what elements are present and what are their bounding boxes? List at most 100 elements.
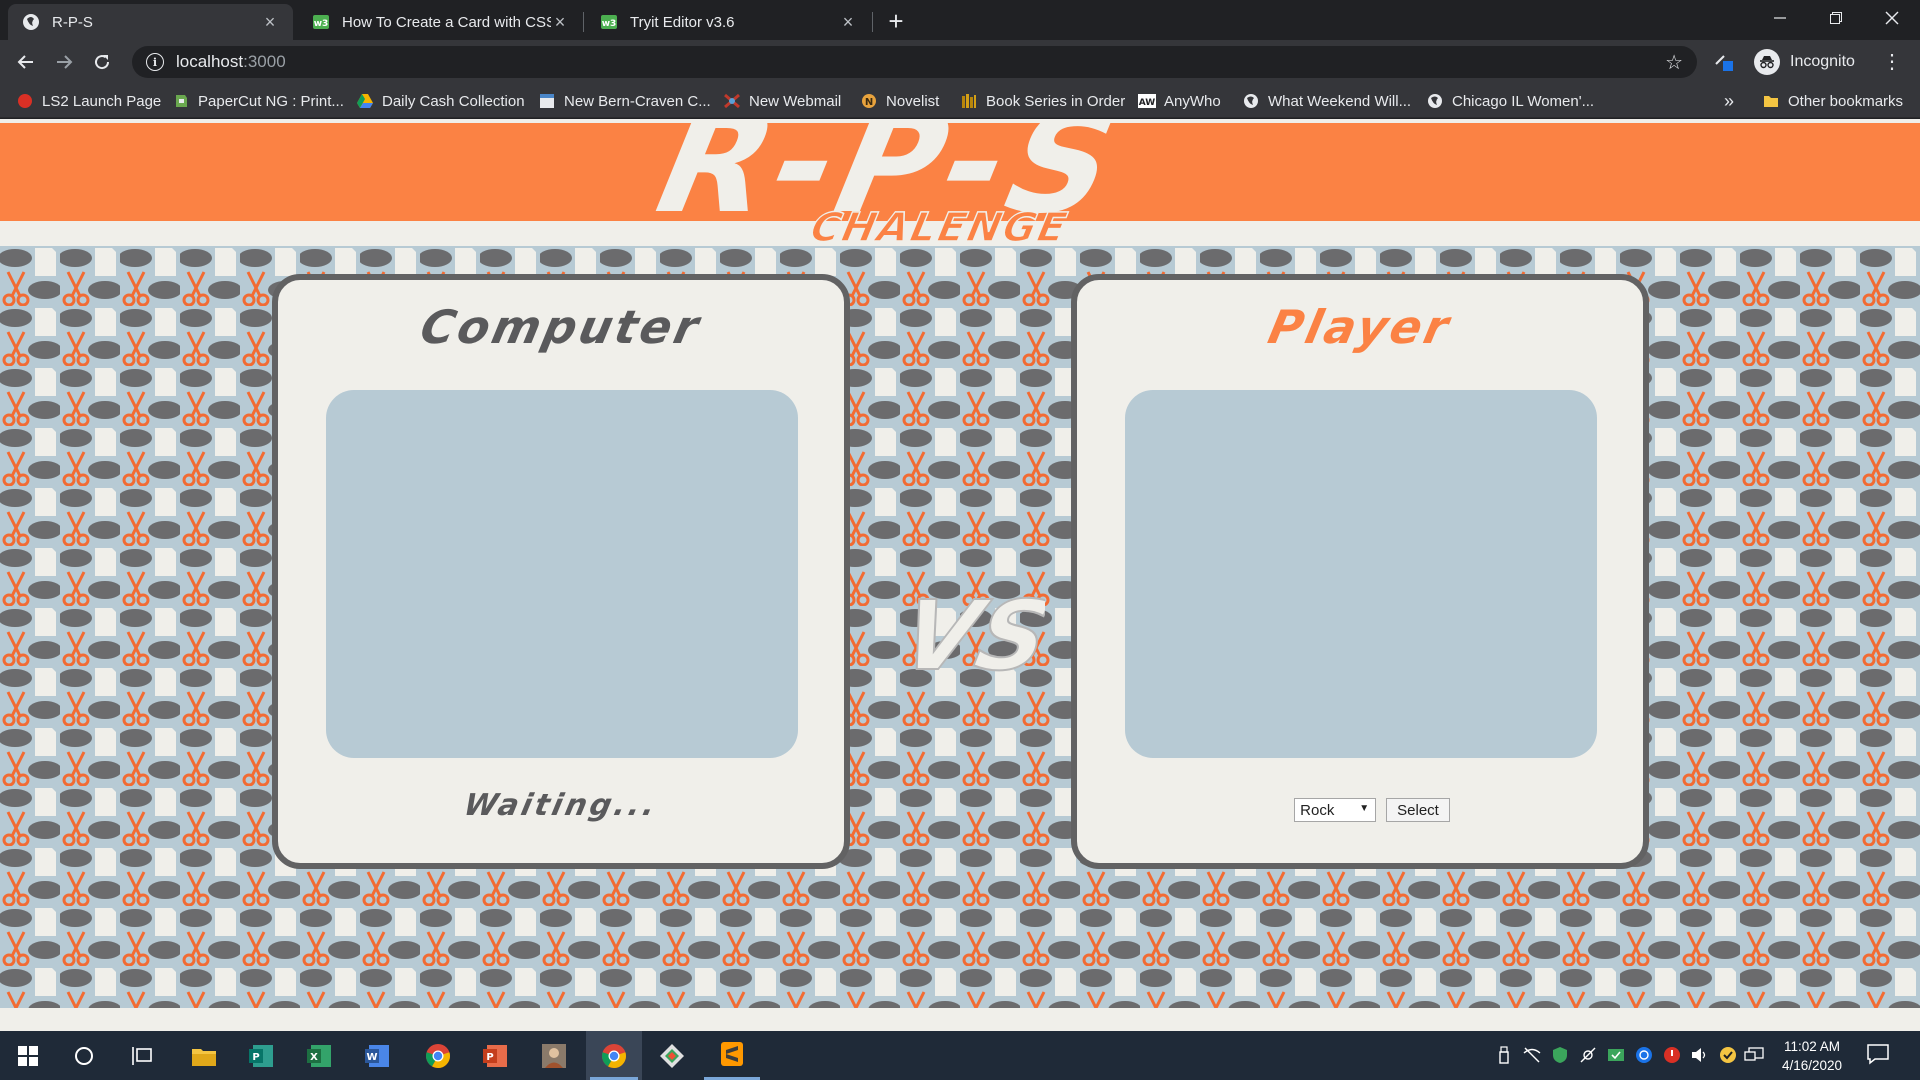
bookmark-label: New Webmail <box>749 92 842 110</box>
chrome-active-icon[interactable] <box>586 1031 642 1080</box>
tab-separator <box>872 12 873 32</box>
system-clock[interactable]: 11:02 AM 4/16/2020 <box>1770 1037 1854 1075</box>
satellite-icon[interactable] <box>1578 1045 1598 1065</box>
back-arrow-icon[interactable] <box>10 46 42 78</box>
bookmark-star-icon[interactable]: ☆ <box>1665 50 1683 75</box>
bookmark-what-weekend[interactable]: What Weekend Will... <box>1242 90 1411 112</box>
excel-icon[interactable]: X <box>292 1031 348 1080</box>
tab-title: R-P-S <box>52 13 93 31</box>
svg-text:W: W <box>366 1052 377 1063</box>
chrome-menu-icon[interactable]: ⋮ <box>1882 50 1902 74</box>
bookmark-webmail[interactable]: New Webmail <box>723 90 841 112</box>
vs-logo: VS <box>895 579 1045 689</box>
bookmark-label: What Weekend Will... <box>1268 92 1412 110</box>
network-off-icon[interactable] <box>1522 1045 1542 1065</box>
chrome-icon[interactable] <box>410 1031 466 1080</box>
powerpoint-icon[interactable]: P <box>468 1031 524 1080</box>
browser-toolbar: i localhost:3000 ☆ <box>0 40 1920 84</box>
clock-date: 4/16/2020 <box>1781 1058 1843 1073</box>
svg-text:w3: w3 <box>314 19 329 29</box>
player-card: Player Rock ▼ Select <box>1071 274 1649 869</box>
player-title: Player <box>1263 300 1457 354</box>
url-port: :3000 <box>243 52 286 71</box>
page-footer-strip <box>0 1008 1920 1031</box>
select-button[interactable]: Select <box>1386 798 1450 822</box>
windows-start-icon[interactable] <box>0 1031 56 1080</box>
bookmark-new-bern[interactable]: New Bern-Craven C... <box>538 90 711 112</box>
computer-card: Computer Waiting... <box>272 274 850 869</box>
move-select[interactable]: Rock ▼ <box>1294 798 1377 822</box>
papercut-icon <box>172 92 190 110</box>
url-host: localhost <box>176 52 244 71</box>
usb-icon[interactable] <box>1494 1045 1514 1065</box>
file-explorer-icon[interactable] <box>176 1031 232 1080</box>
bookmark-book-series[interactable]: Book Series in Order <box>960 90 1125 112</box>
move-select-value: Rock <box>1300 801 1335 819</box>
vpn-icon[interactable] <box>1634 1045 1654 1065</box>
profile-label: Incognito <box>1790 53 1855 70</box>
clock-time: 11:02 AM <box>1783 1039 1841 1054</box>
books-icon <box>960 92 978 110</box>
close-tab-icon[interactable]: × <box>551 12 569 33</box>
shield-icon[interactable] <box>1550 1045 1570 1065</box>
sublime-text-icon[interactable] <box>704 1031 760 1080</box>
close-window-button[interactable] <box>1864 0 1920 36</box>
page-icon <box>538 92 556 110</box>
norton-check-icon[interactable] <box>1718 1045 1738 1065</box>
computer-choice-slot <box>326 390 798 758</box>
site-info-icon[interactable]: i <box>146 53 164 71</box>
bookmark-ls2[interactable]: LS2 Launch Page <box>16 90 161 112</box>
page-viewport: R-P-S CHALENGE Computer Waiting... VS Pl… <box>0 119 1920 1031</box>
anywho-icon: AW <box>1138 92 1156 110</box>
globe-icon <box>1426 92 1444 110</box>
bookmark-label: Other bookmarks <box>1788 92 1904 110</box>
user-app-icon[interactable] <box>526 1031 582 1080</box>
globe-icon <box>22 13 40 31</box>
bookmark-novelist[interactable]: N Novelist <box>860 90 939 112</box>
address-bar[interactable]: i localhost:3000 ☆ <box>132 46 1697 78</box>
volume-icon[interactable] <box>1690 1045 1710 1065</box>
incognito-profile-button[interactable]: Incognito <box>1754 47 1855 77</box>
svg-text:N: N <box>865 97 873 108</box>
tab-title: How To Create a Card with CSS <box>342 13 551 31</box>
svg-text:w3: w3 <box>602 19 617 29</box>
bookmark-chicago[interactable]: Chicago IL Women'... <box>1426 90 1594 112</box>
search-circle-icon[interactable] <box>56 1031 112 1080</box>
google-drive-icon <box>356 92 374 110</box>
chevron-down-icon: ▼ <box>1359 803 1370 814</box>
bookmark-anywho[interactable]: AW AnyWho <box>1138 90 1221 112</box>
other-bookmarks[interactable]: Other bookmarks <box>1762 90 1903 112</box>
publisher-icon[interactable]: P <box>234 1031 290 1080</box>
bookmark-papercut[interactable]: PaperCut NG : Print... <box>172 90 344 112</box>
svg-text:P: P <box>486 1052 493 1063</box>
git-kraken-icon[interactable] <box>644 1031 700 1080</box>
bookmarks-overflow-button[interactable]: » <box>1724 90 1734 112</box>
svg-text:AW: AW <box>1139 98 1156 108</box>
task-view-icon[interactable] <box>114 1031 170 1080</box>
extension-icon[interactable] <box>1714 50 1736 74</box>
close-tab-icon[interactable]: × <box>261 12 279 33</box>
tab-title: Tryit Editor v3.6 <box>630 13 735 31</box>
new-tab-button[interactable]: + <box>880 6 912 38</box>
bookmark-daily-cash[interactable]: Daily Cash Collection <box>356 90 525 112</box>
restore-button[interactable] <box>1808 0 1864 36</box>
tab-rps[interactable]: R-P-S × <box>8 4 293 40</box>
word-icon[interactable]: W <box>350 1031 406 1080</box>
bookmark-label: PaperCut NG : Print... <box>198 92 344 110</box>
tab-card-css[interactable]: w3 How To Create a Card with CSS × <box>298 4 583 40</box>
novelist-icon: N <box>860 92 878 110</box>
forward-arrow-icon[interactable] <box>48 46 80 78</box>
close-tab-icon[interactable]: × <box>839 12 857 33</box>
webmail-icon <box>723 92 741 110</box>
network-monitor-icon[interactable] <box>1744 1045 1764 1065</box>
incognito-icon <box>1754 49 1780 75</box>
folder-icon <box>1762 92 1780 110</box>
bookmark-label: LS2 Launch Page <box>42 92 162 110</box>
notification-icon[interactable] <box>1866 1043 1892 1067</box>
minimize-button[interactable] <box>1752 0 1808 36</box>
antivirus-icon[interactable] <box>1662 1045 1682 1065</box>
tab-tryit[interactable]: w3 Tryit Editor v3.6 × <box>586 4 871 40</box>
bookmark-label: AnyWho <box>1164 92 1221 110</box>
reload-icon[interactable] <box>86 46 118 78</box>
checkmark-card-icon[interactable] <box>1606 1045 1626 1065</box>
